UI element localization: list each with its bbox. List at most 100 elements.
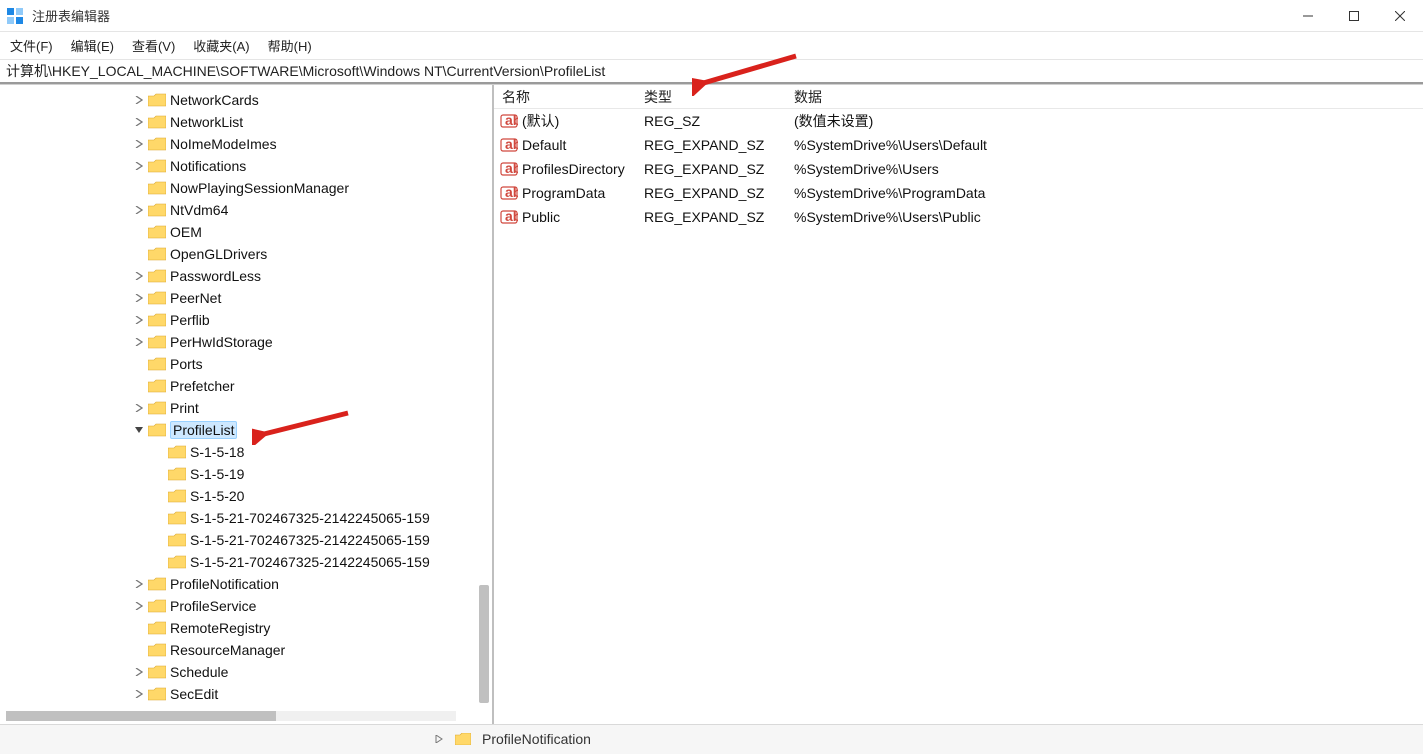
chevron-right-icon[interactable]	[132, 665, 146, 679]
chevron-right-icon[interactable]	[132, 599, 146, 613]
folder-icon	[148, 643, 166, 657]
menu-edit[interactable]: 编辑(E)	[71, 36, 114, 55]
tree-node[interactable]: OEM	[0, 221, 492, 243]
tree-node[interactable]: Print	[0, 397, 492, 419]
chevron-placeholder	[132, 181, 146, 195]
tree-node-label: ProfileService	[170, 598, 256, 614]
tree-scrollbar-thumb[interactable]	[479, 585, 489, 703]
svg-text:ab: ab	[505, 184, 518, 200]
tree-node[interactable]: PerHwIdStorage	[0, 331, 492, 353]
tree-node-label: S-1-5-20	[190, 488, 244, 504]
tree-node[interactable]: NoImeModeImes	[0, 133, 492, 155]
tree-node[interactable]: ProfileList	[0, 419, 492, 441]
value-data: %SystemDrive%\Users\Public	[794, 209, 1423, 225]
tree-node[interactable]: NetworkCards	[0, 89, 492, 111]
chevron-down-icon[interactable]	[132, 423, 146, 437]
column-name[interactable]: 名称	[494, 87, 644, 107]
tree-node[interactable]: PeerNet	[0, 287, 492, 309]
folder-icon	[148, 115, 166, 129]
tree-node[interactable]: RemoteRegistry	[0, 617, 492, 639]
tree-node[interactable]: S-1-5-21-702467325-2142245065-159	[0, 507, 492, 529]
maximize-button[interactable]	[1331, 0, 1377, 32]
chevron-right-icon[interactable]	[132, 93, 146, 107]
tree-node-label: ResourceManager	[170, 642, 285, 658]
value-type: REG_SZ	[644, 113, 794, 129]
folder-icon	[148, 137, 166, 151]
folder-icon	[148, 247, 166, 261]
folder-icon	[168, 445, 186, 459]
tree-node[interactable]: OpenGLDrivers	[0, 243, 492, 265]
chevron-placeholder	[132, 247, 146, 261]
chevron-right-icon[interactable]	[132, 203, 146, 217]
tree-hscrollbar[interactable]	[6, 710, 456, 722]
address-bar[interactable]: 计算机\HKEY_LOCAL_MACHINE\SOFTWARE\Microsof…	[0, 60, 1423, 84]
menu-file[interactable]: 文件(F)	[10, 36, 53, 55]
folder-icon	[148, 313, 166, 327]
column-data[interactable]: 数据	[794, 87, 1423, 107]
bottom-fragment: ProfileNotification	[0, 724, 1423, 754]
bottom-label: ProfileNotification	[482, 731, 591, 747]
tree-node[interactable]: Perflib	[0, 309, 492, 331]
tree-node[interactable]: S-1-5-19	[0, 463, 492, 485]
tree-node[interactable]: SecEdit	[0, 683, 492, 705]
tree-node-label: PerHwIdStorage	[170, 334, 273, 350]
tree-node[interactable]: Schedule	[0, 661, 492, 683]
value-name: Public	[522, 209, 560, 225]
tree-node[interactable]: NetworkList	[0, 111, 492, 133]
value-row[interactable]: abDefaultREG_EXPAND_SZ%SystemDrive%\User…	[494, 133, 1423, 157]
chevron-right-icon[interactable]	[132, 313, 146, 327]
list-header[interactable]: 名称 类型 数据	[494, 85, 1423, 109]
tree-node[interactable]: Notifications	[0, 155, 492, 177]
value-type: REG_EXPAND_SZ	[644, 137, 794, 153]
tree-node-label: SecEdit	[170, 686, 218, 702]
folder-icon	[148, 269, 166, 283]
tree-node-label: NowPlayingSessionManager	[170, 180, 349, 196]
tree-node[interactable]: S-1-5-21-702467325-2142245065-159	[0, 529, 492, 551]
menu-help[interactable]: 帮助(H)	[268, 36, 312, 55]
tree-node-label: Ports	[170, 356, 203, 372]
chevron-right-icon[interactable]	[132, 401, 146, 415]
chevron-right-icon[interactable]	[132, 335, 146, 349]
chevron-right-icon[interactable]	[132, 291, 146, 305]
values-pane: 名称 类型 数据 ab(默认)REG_SZ(数值未设置)abDefaultREG…	[494, 85, 1423, 724]
string-value-icon: ab	[500, 184, 518, 202]
chevron-right-icon[interactable]	[132, 577, 146, 591]
value-row[interactable]: abProgramDataREG_EXPAND_SZ%SystemDrive%\…	[494, 181, 1423, 205]
tree-node[interactable]: S-1-5-20	[0, 485, 492, 507]
registry-tree[interactable]: NetworkCards NetworkListNoImeModeImesNoti…	[0, 85, 492, 705]
window-controls	[1285, 0, 1423, 32]
chevron-right-icon[interactable]	[132, 687, 146, 701]
tree-node[interactable]: NowPlayingSessionManager	[0, 177, 492, 199]
chevron-placeholder	[132, 621, 146, 635]
tree-node[interactable]: ResourceManager	[0, 639, 492, 661]
tree-node[interactable]: S-1-5-21-702467325-2142245065-159	[0, 551, 492, 573]
tree-node-label: ProfileNotification	[170, 576, 279, 592]
tree-node[interactable]: NtVdm64	[0, 199, 492, 221]
chevron-placeholder	[152, 445, 166, 459]
value-row[interactable]: abProfilesDirectoryREG_EXPAND_SZ%SystemD…	[494, 157, 1423, 181]
tree-node[interactable]: Prefetcher	[0, 375, 492, 397]
chevron-right-icon[interactable]	[132, 159, 146, 173]
chevron-placeholder	[132, 357, 146, 371]
tree-node[interactable]: Ports	[0, 353, 492, 375]
chevron-right-icon[interactable]	[132, 115, 146, 129]
menu-view[interactable]: 查看(V)	[132, 36, 175, 55]
tree-node[interactable]: PasswordLess	[0, 265, 492, 287]
chevron-right-icon[interactable]	[132, 269, 146, 283]
values-list[interactable]: ab(默认)REG_SZ(数值未设置)abDefaultREG_EXPAND_S…	[494, 109, 1423, 229]
string-value-icon: ab	[500, 112, 518, 130]
tree-node-label: NetworkCards	[170, 92, 259, 108]
close-button[interactable]	[1377, 0, 1423, 32]
value-row[interactable]: abPublicREG_EXPAND_SZ%SystemDrive%\Users…	[494, 205, 1423, 229]
tree-node[interactable]: S-1-5-18	[0, 441, 492, 463]
column-type[interactable]: 类型	[644, 87, 794, 107]
tree-node[interactable]: ProfileService	[0, 595, 492, 617]
tree-node-label: RemoteRegistry	[170, 620, 270, 636]
chevron-right-icon[interactable]	[132, 137, 146, 151]
value-name: (默认)	[522, 111, 559, 131]
minimize-button[interactable]	[1285, 0, 1331, 32]
tree-node[interactable]: ProfileNotification	[0, 573, 492, 595]
value-row[interactable]: ab(默认)REG_SZ(数值未设置)	[494, 109, 1423, 133]
menu-favorites[interactable]: 收藏夹(A)	[193, 36, 249, 55]
svg-text:ab: ab	[505, 112, 518, 128]
